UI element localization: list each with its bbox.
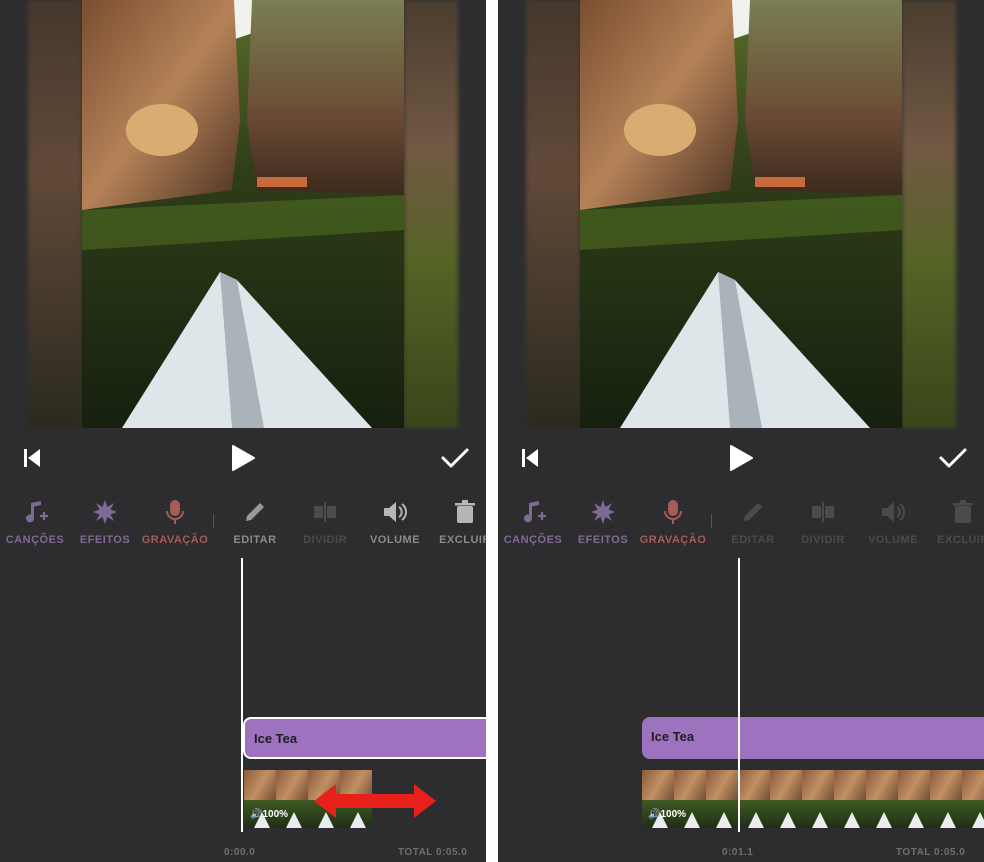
music-note-add-icon — [26, 501, 48, 523]
clip-thumbnail — [834, 770, 867, 828]
tool-dividir[interactable]: DIVIDIR — [788, 494, 858, 546]
speaker-icon — [384, 502, 407, 522]
tool-label: EFEITOS — [577, 534, 629, 546]
tool-label: EXCLUIR — [439, 534, 486, 546]
clip-thumbnail — [866, 770, 899, 828]
tool-label: GRAVAÇÃO — [639, 534, 707, 546]
song-track[interactable]: Ice Tea — [243, 717, 486, 759]
editor-screen-left: CANÇÕES EFEITOS GRAVAÇÃO EDITAR DIVIDIR … — [0, 0, 486, 862]
done-button[interactable] — [440, 446, 470, 470]
skip-to-start-icon — [24, 449, 40, 467]
play-button[interactable] — [728, 444, 754, 472]
play-button[interactable] — [230, 444, 256, 472]
clip-thumbnail — [962, 770, 984, 828]
tool-gravacao[interactable]: GRAVAÇÃO — [638, 494, 708, 546]
microphone-icon — [664, 500, 682, 524]
clip-thumbnail — [770, 770, 803, 828]
clip-thumbnail — [930, 770, 963, 828]
tool-efeitos[interactable]: EFEITOS — [568, 494, 638, 546]
trash-icon — [953, 500, 973, 523]
clip-volume-label: 🔊100% — [648, 809, 687, 820]
split-icon — [812, 502, 834, 522]
tool-label: EDITAR — [731, 534, 775, 546]
trash-icon — [455, 500, 475, 523]
tool-editar[interactable]: EDITAR — [718, 494, 788, 546]
song-title: Ice Tea — [651, 729, 695, 744]
current-time: 0:01.1 — [722, 847, 754, 858]
tool-editar[interactable]: EDITAR — [220, 494, 290, 546]
pencil-icon — [246, 503, 264, 521]
tool-label: DIVIDIR — [303, 534, 347, 546]
edit-toolbar: CANÇÕES EFEITOS GRAVAÇÃO EDITAR DIVIDIR … — [498, 494, 984, 554]
sparkle-star-icon — [93, 500, 117, 524]
tool-cancoes[interactable]: CANÇÕES — [0, 494, 70, 546]
tool-cancoes[interactable]: CANÇÕES — [498, 494, 568, 546]
tool-label: VOLUME — [369, 534, 421, 546]
tool-label: VOLUME — [867, 534, 919, 546]
tool-label: EDITAR — [233, 534, 277, 546]
tool-efeitos[interactable]: EFEITOS — [70, 494, 140, 546]
music-note-add-icon — [524, 501, 546, 523]
toolbar-divider — [213, 514, 214, 528]
clip-thumbnail — [802, 770, 835, 828]
skip-to-start-icon — [522, 449, 538, 467]
editor-screen-right: CANÇÕES EFEITOS GRAVAÇÃO EDITAR DIVIDIR … — [498, 0, 984, 862]
video-preview — [498, 0, 984, 430]
clip-thumbnail — [706, 770, 739, 828]
clip-thumbnail — [898, 770, 931, 828]
edit-toolbar: CANÇÕES EFEITOS GRAVAÇÃO EDITAR DIVIDIR … — [0, 494, 486, 554]
preview-blur-right — [404, 0, 458, 428]
toolbar-divider — [711, 514, 712, 528]
skip-to-start-button[interactable] — [520, 446, 540, 470]
sparkle-star-icon — [591, 500, 615, 524]
preview-blur-left — [28, 0, 82, 428]
clip-volume-label: 🔊100% — [250, 809, 289, 820]
checkmark-icon — [441, 448, 469, 468]
song-track[interactable]: Ice Tea — [642, 717, 984, 759]
pencil-icon — [744, 503, 762, 521]
tool-label: GRAVAÇÃO — [141, 534, 209, 546]
total-time: TOTAL 0:05.0 — [896, 847, 966, 858]
current-time: 0:00.0 — [224, 847, 256, 858]
microphone-icon — [166, 500, 184, 524]
total-time: TOTAL 0:05.0 — [398, 847, 468, 858]
checkmark-icon — [939, 448, 967, 468]
double-arrow-annotation-icon — [314, 784, 436, 818]
preview-blur-right — [902, 0, 956, 428]
tool-label: CANÇÕES — [503, 534, 563, 546]
song-title: Ice Tea — [254, 731, 298, 746]
tool-volume[interactable]: VOLUME — [360, 494, 430, 546]
tool-dividir[interactable]: DIVIDIR — [290, 494, 360, 546]
preview-blur-left — [526, 0, 580, 428]
split-icon — [314, 502, 336, 522]
video-frame — [580, 0, 902, 428]
tool-excluir[interactable]: EXCLUIR — [928, 494, 984, 546]
tool-volume[interactable]: VOLUME — [858, 494, 928, 546]
video-frame — [82, 0, 404, 428]
speaker-icon — [882, 502, 905, 522]
tool-label: EXCLUIR — [937, 534, 984, 546]
playhead[interactable] — [241, 558, 243, 832]
playhead[interactable] — [738, 558, 740, 832]
video-clip-strip[interactable] — [642, 770, 984, 828]
tool-label: DIVIDIR — [801, 534, 845, 546]
clip-thumbnail — [738, 770, 771, 828]
tool-label: EFEITOS — [79, 534, 131, 546]
tool-label: CANÇÕES — [5, 534, 65, 546]
video-preview — [0, 0, 486, 430]
play-icon — [232, 445, 255, 471]
play-icon — [730, 445, 753, 471]
skip-to-start-button[interactable] — [22, 446, 42, 470]
done-button[interactable] — [938, 446, 968, 470]
tool-excluir[interactable]: EXCLUIR — [430, 494, 486, 546]
tool-gravacao[interactable]: GRAVAÇÃO — [140, 494, 210, 546]
